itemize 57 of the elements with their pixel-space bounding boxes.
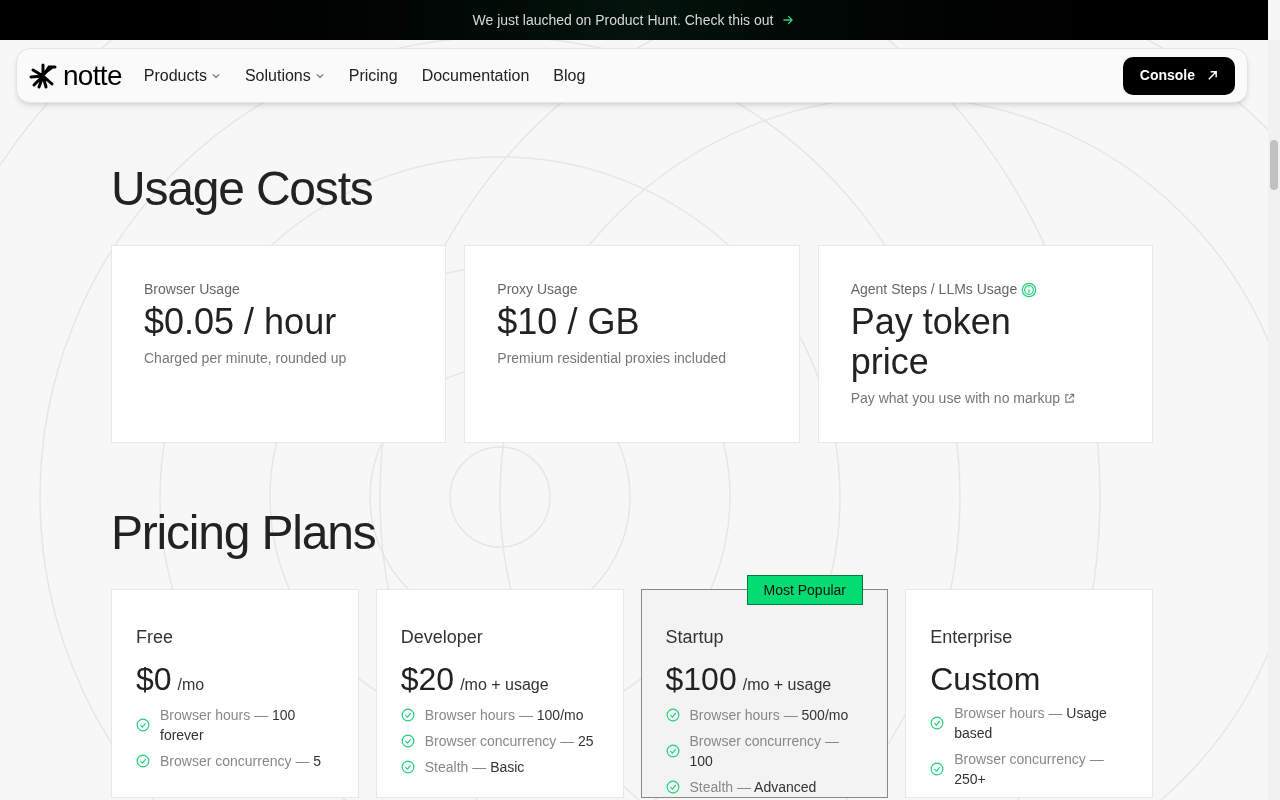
popular-badge: Most Popular [746, 575, 863, 605]
plan-name: Enterprise [930, 626, 1014, 649]
check-circle-icon [400, 734, 415, 748]
price-text: Pay token price [850, 302, 1012, 382]
price-text: $0.05 / hour [144, 302, 338, 342]
plan-price: $20 [400, 663, 455, 695]
nav-link[interactable]: Documentation [421, 63, 530, 88]
console-button[interactable]: Console [1122, 56, 1235, 95]
external-link-icon[interactable] [1064, 393, 1075, 404]
card-label: Proxy Usage [497, 280, 578, 299]
section-heading: Pricing Plans [111, 509, 377, 557]
plan-price: Custom [930, 663, 1041, 695]
check-circle-icon [400, 708, 415, 722]
feature-text: Browser concurrency — 5 [160, 752, 322, 771]
price-unit: /mo + usage [460, 675, 549, 695]
feature-text: Browser hours — 500/mo [689, 706, 849, 725]
section-heading: Usage Costs [111, 165, 374, 213]
feature-text: Stealth — Advanced [689, 778, 817, 797]
arrow-right-icon [781, 13, 796, 27]
check-circle-icon [665, 780, 680, 794]
plan-name: Free [136, 626, 174, 649]
price-unit: /mo [177, 675, 205, 695]
check-circle-icon [136, 754, 150, 768]
card-label: Agent Steps / LLMs Usage [850, 280, 1018, 299]
check-circle-icon [400, 760, 415, 774]
card-label: Browser Usage [144, 280, 240, 299]
feature-text: Browser hours — 100/mo [424, 706, 584, 725]
feature-text: Browser concurrency — 25 [424, 732, 594, 751]
nav-link[interactable]: Pricing [348, 63, 398, 88]
plan-name: Startup [665, 626, 725, 649]
card-note: Premium residential proxies included [497, 349, 727, 368]
nav-link[interactable]: Blog [553, 63, 586, 88]
feature-text: Browser concurrency — 250+ [954, 750, 1105, 789]
sparkle-logo-icon [29, 61, 57, 90]
nav-link[interactable]: Solutions [244, 63, 325, 88]
arrow-up-right-icon [1207, 70, 1218, 81]
plan-price: $0 [136, 663, 172, 695]
announcement-link[interactable]: We just lauched on Product Hunt. Check this out [472, 9, 774, 31]
info-icon[interactable] [1021, 281, 1038, 298]
logo-wordmark[interactable]: notte [63, 61, 122, 90]
price-text: $10 / GB [497, 302, 641, 342]
price-unit: /mo + usage [742, 675, 832, 695]
check-circle-icon [665, 744, 680, 758]
feature-text: Browser hours — 100 forever [160, 706, 297, 745]
scrollbar-thumb[interactable] [1270, 140, 1278, 190]
plan-name: Developer [400, 626, 484, 649]
feature-text: Browser concurrency — 100 [689, 732, 840, 771]
check-circle-icon [136, 718, 150, 732]
feature-text: Browser hours — Usage based [954, 704, 1108, 743]
check-circle-icon [930, 762, 945, 776]
check-circle-icon [665, 708, 680, 722]
nav-link[interactable]: Products [143, 63, 221, 88]
card-note: Pay what you use with no markup [850, 389, 1060, 408]
card-note: Charged per minute, rounded up [144, 349, 347, 368]
feature-text: Stealth — Basic [424, 758, 525, 777]
plan-price: $100 [665, 663, 737, 695]
check-circle-icon [930, 716, 945, 730]
